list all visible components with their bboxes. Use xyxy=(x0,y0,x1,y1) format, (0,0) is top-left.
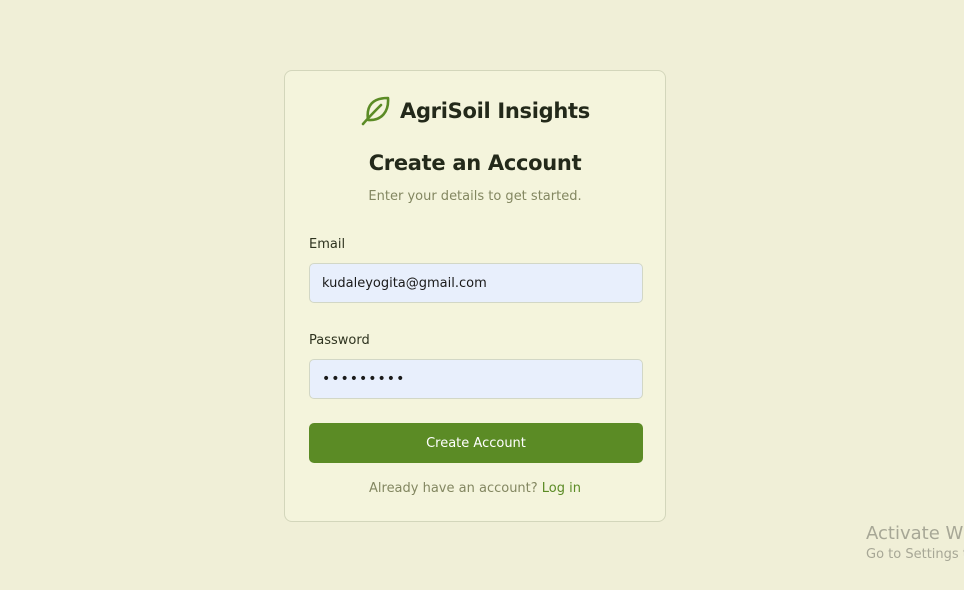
login-link[interactable]: Log in xyxy=(542,481,581,496)
page: AgriSoil Insights Create an Account Ente… xyxy=(0,0,964,590)
signup-card: AgriSoil Insights Create an Account Ente… xyxy=(284,70,666,522)
password-label: Password xyxy=(309,333,370,348)
activate-windows-watermark: Activate Windows Go to Settings to activ… xyxy=(866,522,964,564)
password-field[interactable] xyxy=(309,359,643,399)
page-title: Create an Account xyxy=(368,151,582,175)
brand-name: AgriSoil Insights xyxy=(400,99,590,123)
page-subtitle: Enter your details to get started. xyxy=(368,189,582,204)
login-prompt-text: Already have an account? xyxy=(369,481,542,496)
watermark-title: Activate Windows xyxy=(866,523,964,544)
email-field[interactable] xyxy=(309,263,643,303)
leaf-icon xyxy=(360,95,392,127)
login-prompt: Already have an account? Log in xyxy=(285,481,665,496)
create-account-button[interactable]: Create Account xyxy=(309,423,643,463)
brand-header: AgriSoil Insights xyxy=(285,95,665,127)
watermark-subtitle: Go to Settings to activate Windows. xyxy=(866,547,964,562)
email-label: Email xyxy=(309,237,346,252)
